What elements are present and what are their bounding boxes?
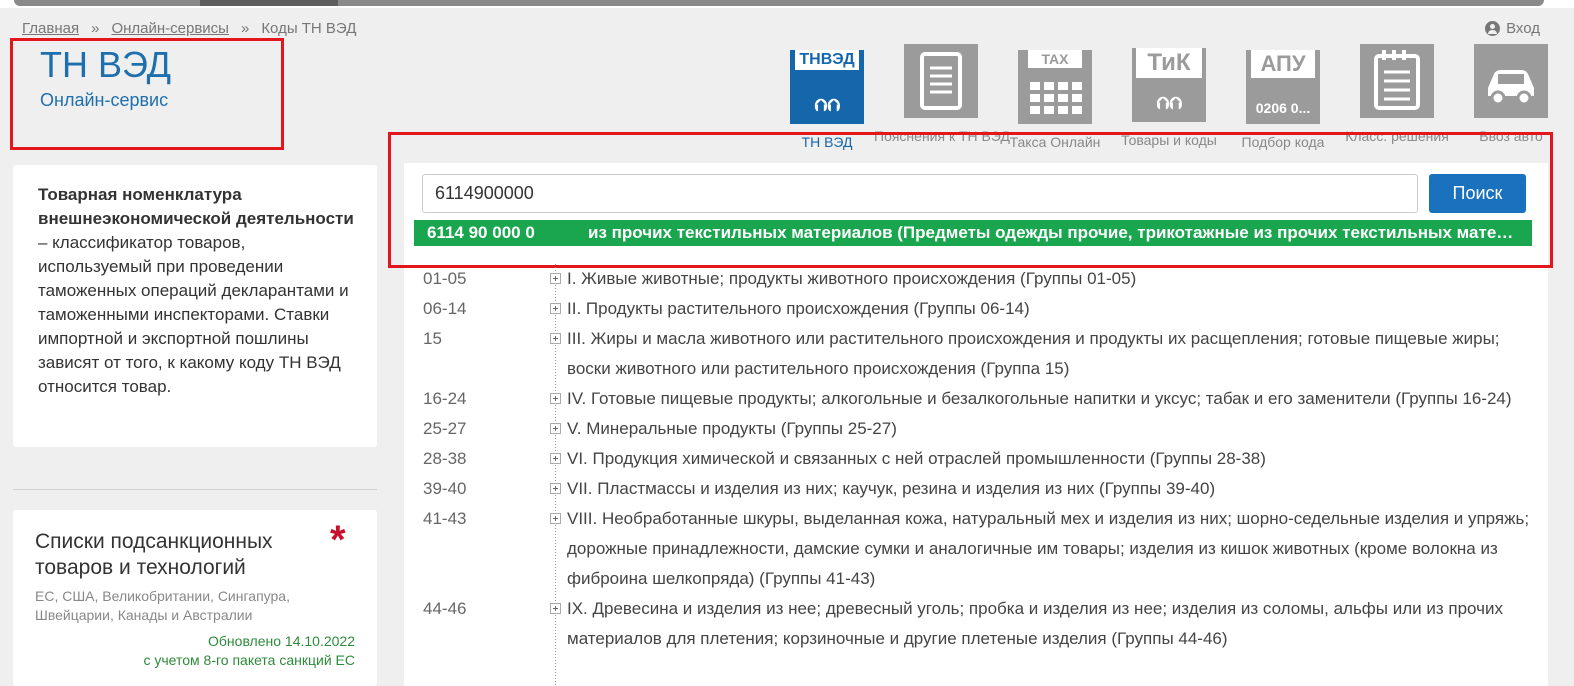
tree-group-range: 44-46 xyxy=(423,599,467,618)
highlight-box-brand xyxy=(10,38,284,150)
up-arrows-icon: ⮉⮉ xyxy=(814,96,840,115)
description-bold: Товарная номенклатура внешнеэкономическо… xyxy=(38,185,354,228)
tree-group-range: 39-40 xyxy=(423,479,467,498)
expand-plus-icon[interactable] xyxy=(550,273,561,284)
service-car-import[interactable]: Ввоз авто xyxy=(1474,44,1548,144)
expand-plus-icon[interactable] xyxy=(550,513,561,524)
highlight-box-search xyxy=(388,132,1553,268)
calculator-icon: TAX xyxy=(1018,50,1092,124)
description-text: – классификатор товаров, используемый пр… xyxy=(38,233,349,396)
tree-section-text[interactable]: IX. Древесина и изделия из нее; древесны… xyxy=(561,594,1533,654)
login-link[interactable]: Вход xyxy=(1485,20,1540,37)
expand-plus-icon[interactable] xyxy=(550,333,561,344)
apu-icon: АПУ 0206 0... xyxy=(1246,50,1320,124)
sanctions-title[interactable]: Списки подсанкционных товаров и технолог… xyxy=(35,529,325,581)
tree-row[interactable]: 16-24 IV. Готовые пищевые продукты; алког… xyxy=(423,384,1533,414)
tile-text: АПУ xyxy=(1251,50,1315,78)
tree-row[interactable]: 15 III. Жиры и масла животного или растит… xyxy=(423,324,1533,384)
login-label: Вход xyxy=(1506,20,1540,37)
tile-text: TAX xyxy=(1028,50,1082,68)
user-icon xyxy=(1485,21,1501,36)
tree-row[interactable]: 01-05 I. Живые животные; продукты животно… xyxy=(423,264,1533,294)
service-explanations[interactable]: Пояснения к ТН ВЭД xyxy=(874,44,1010,144)
expand-plus-icon[interactable] xyxy=(550,453,561,464)
breadcrumb-separator: » xyxy=(240,20,250,37)
tree-group-range: 41-43 xyxy=(423,509,467,528)
tnved-tree: 01-05 I. Живые животные; продукты животно… xyxy=(423,264,1533,686)
tree-row[interactable]: 28-38 VI. Продукция химической и связанны… xyxy=(423,444,1533,474)
tree-row[interactable]: 39-40 VII. Пластмассы и изделия из них; к… xyxy=(423,474,1533,504)
tree-section-text[interactable]: VIII. Необработанные шкуры, выделанная к… xyxy=(561,504,1533,594)
expand-plus-icon[interactable] xyxy=(550,423,561,434)
tree-section-text[interactable]: VII. Пластмассы и изделия из них; каучук… xyxy=(561,474,1533,504)
expand-plus-icon[interactable] xyxy=(550,603,561,614)
expand-plus-icon[interactable] xyxy=(550,303,561,314)
tree-group-range: 15 xyxy=(423,329,442,348)
breadcrumb-services-link[interactable]: Онлайн-сервисы xyxy=(111,20,229,37)
expand-plus-icon[interactable] xyxy=(550,483,561,494)
breadcrumb-separator: » xyxy=(91,20,100,37)
tree-group-range: 01-05 xyxy=(423,269,467,288)
tile-text: ТиК xyxy=(1136,48,1202,78)
breadcrumb-home-link[interactable]: Главная xyxy=(22,20,79,37)
breadcrumb: Главная » Онлайн-сервисы » Коды ТН ВЭД xyxy=(22,20,356,37)
tree-section-text[interactable]: III. Жиры и масла животного или растител… xyxy=(561,324,1533,384)
sanctions-updated-note: с учетом 8-го пакета санкций ЕС xyxy=(143,652,355,668)
sidebar-divider xyxy=(13,489,377,490)
tik-arrows-icon: ТиК ⮉⮉ xyxy=(1132,48,1206,122)
tnved-arrows-icon: ТНВЭД ⮉⮉ xyxy=(790,50,864,124)
tree-section-text[interactable]: V. Минеральные продукты (Группы 25-27) xyxy=(561,414,1533,444)
car-icon xyxy=(1474,44,1548,118)
up-arrows-icon: ⮉⮉ xyxy=(1156,94,1182,113)
tree-section-text[interactable]: II. Продукты растительного происхождения… xyxy=(561,294,1533,324)
tree-group-range: 25-27 xyxy=(423,419,467,438)
sanctions-updated-date: Обновлено 14.10.2022 xyxy=(208,633,355,649)
tree-group-range: 06-14 xyxy=(423,299,467,318)
tile-code: 0206 0... xyxy=(1255,100,1311,116)
sanctions-updated: Обновлено 14.10.2022 с учетом 8-го пакет… xyxy=(35,632,355,670)
top-bar xyxy=(0,0,1574,8)
tree-row[interactable]: 06-14 II. Продукты растительного происхож… xyxy=(423,294,1533,324)
tree-row[interactable]: 41-43 VIII. Необработанные шкуры, выделан… xyxy=(423,504,1533,594)
tree-section-text[interactable]: I. Живые животные; продукты животного пр… xyxy=(561,264,1533,294)
expand-plus-icon[interactable] xyxy=(550,393,561,404)
tree-section-text[interactable]: IV. Готовые пищевые продукты; алкогольны… xyxy=(561,384,1533,414)
tnved-description: Товарная номенклатура внешнеэкономическо… xyxy=(38,183,358,399)
scroll-document-icon xyxy=(904,44,978,118)
tree-section-text[interactable]: VI. Продукция химической и связанных с н… xyxy=(561,444,1533,474)
tree-row[interactable]: 25-27 V. Минеральные продукты (Группы 25-… xyxy=(423,414,1533,444)
service-classification-decisions[interactable]: Класс. решения xyxy=(1345,44,1449,144)
breadcrumb-current: Коды ТН ВЭД xyxy=(261,20,357,37)
sanctions-subtitle: ЕС, США, Великобритании, Сингапура, Швей… xyxy=(35,588,290,623)
tree-row[interactable]: 44-46 IX. Древесина и изделия из нее; дре… xyxy=(423,594,1533,654)
tree-group-range: 28-38 xyxy=(423,449,467,468)
tile-text: ТНВЭД xyxy=(795,50,859,70)
tree-group-range: 16-24 xyxy=(423,389,467,408)
top-bar-active-segment xyxy=(200,0,338,6)
asterisk-icon: * xyxy=(330,518,346,562)
notepad-list-icon xyxy=(1360,44,1434,118)
